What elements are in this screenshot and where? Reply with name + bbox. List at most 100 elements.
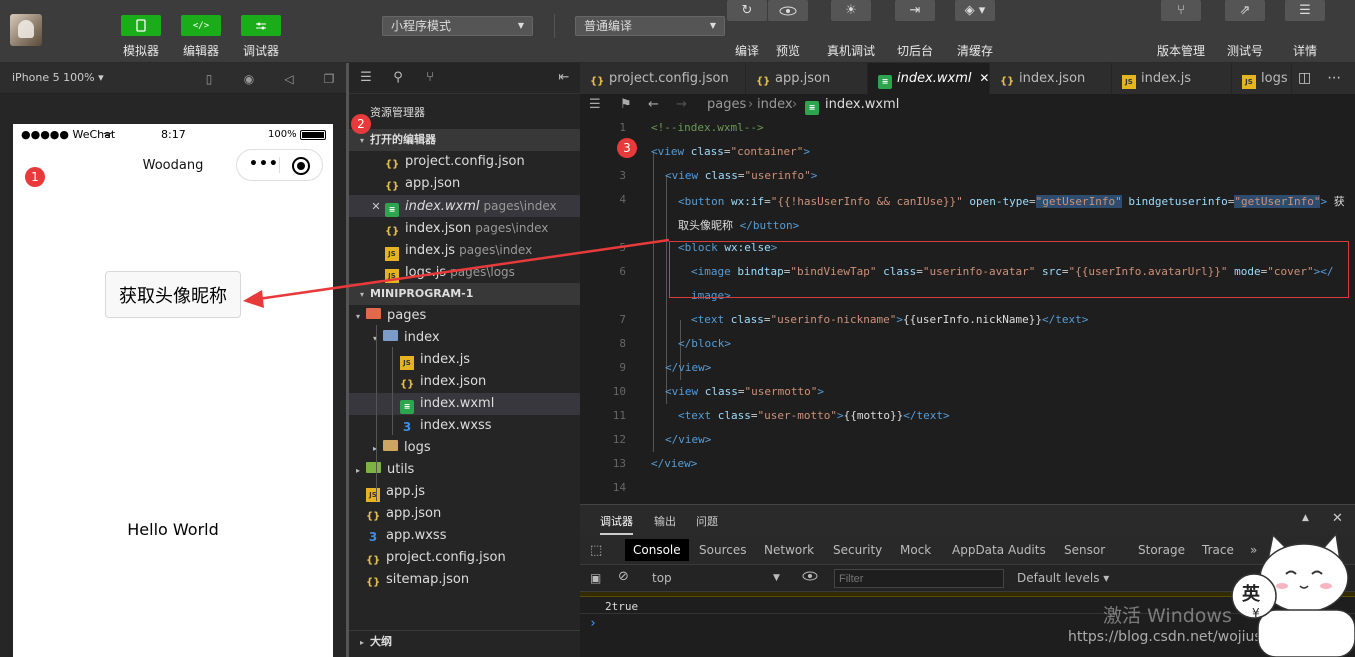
breadcrumb-item[interactable]: ≡ index.wxml xyxy=(805,94,899,116)
console-prompt[interactable]: › xyxy=(589,616,597,631)
tab-output[interactable]: 输出 xyxy=(654,513,676,529)
clear-cache-button[interactable]: ◈ ▾ xyxy=(955,0,995,21)
more-dots-icon[interactable]: ••• xyxy=(249,156,279,172)
clear-console-icon[interactable]: ⊘ xyxy=(618,569,629,584)
details-button[interactable]: ☰ xyxy=(1285,0,1325,21)
tab-logs[interactable]: JS logs xyxy=(1232,63,1292,94)
debugger-toggle-button[interactable] xyxy=(241,15,281,36)
popout-icon[interactable]: ❐ xyxy=(321,71,337,87)
git-branch-icon[interactable]: ⑂ xyxy=(422,70,438,86)
files-icon[interactable]: ☰ xyxy=(358,70,374,86)
open-editor-item[interactable]: {} app.json xyxy=(349,173,580,195)
collapse-panel-icon[interactable]: ⇤ xyxy=(556,70,572,86)
background-button[interactable]: ⇥ xyxy=(895,0,935,21)
tree-file[interactable]: 3 app.wxss xyxy=(349,525,580,547)
simulator-toggle-button[interactable] xyxy=(121,15,161,36)
chevron-down-icon[interactable]: ▾ xyxy=(353,306,363,328)
tree-file[interactable]: {} app.json xyxy=(349,503,580,525)
compile-button[interactable]: ↻ xyxy=(727,0,767,21)
folder-icon xyxy=(366,308,381,319)
editor-toggle-button[interactable]: </> xyxy=(181,15,221,36)
sidebar-toggle-icon[interactable]: ▣ xyxy=(590,571,601,585)
code-icon: </> xyxy=(192,20,210,31)
forward-arrow-icon[interactable]: → xyxy=(676,94,687,116)
tree-folder[interactable]: ▸ logs xyxy=(349,437,580,459)
mode-select[interactable]: 小程序模式 ▼ xyxy=(382,16,533,36)
devtools-tab-mock[interactable]: Mock xyxy=(900,543,931,557)
tree-folder[interactable]: ▾ pages xyxy=(349,305,580,327)
code-line-10: <view class="usermotto"> xyxy=(665,385,824,398)
levels-select[interactable]: Default levels ▾ xyxy=(1017,571,1109,585)
outline-header[interactable]: ▸ 大纲 xyxy=(349,630,580,652)
indent-guide xyxy=(376,325,377,501)
list-icon[interactable]: ☰ xyxy=(589,94,601,116)
annotation-marker: 1 xyxy=(25,167,45,187)
chevron-down-icon[interactable]: ▼ xyxy=(773,573,780,583)
mode-select-value: 小程序模式 xyxy=(391,19,452,33)
phone-icon[interactable]: ▯ xyxy=(201,71,217,87)
devtools-tab-appdata[interactable]: AppData xyxy=(952,543,1004,557)
preview-button[interactable] xyxy=(768,0,808,21)
tree-file[interactable]: {} sitemap.json xyxy=(349,569,580,591)
devtools-tab-sources[interactable]: Sources xyxy=(699,543,746,557)
get-userinfo-button[interactable]: 获取头像昵称 xyxy=(105,271,241,318)
context-select[interactable]: top xyxy=(652,571,672,585)
open-editor-item[interactable]: JS index.js pages\index xyxy=(349,239,580,261)
console-filter-input[interactable] xyxy=(834,569,1004,588)
tab-index-wxml[interactable]: ≡ index.wxml ✕ xyxy=(868,63,990,94)
chevron-up-icon[interactable]: ▲ xyxy=(1302,513,1309,523)
tree-file[interactable]: {} index.json xyxy=(349,371,580,393)
chevron-right-icon[interactable]: ▸ xyxy=(370,438,380,460)
tab-problems[interactable]: 问题 xyxy=(696,513,718,529)
tab-debugger[interactable]: 调试器 xyxy=(600,513,633,535)
tree-folder[interactable]: ▾ index xyxy=(349,327,580,349)
tab-index-json[interactable]: {} index.json xyxy=(990,63,1112,94)
close-icon[interactable]: ✕ xyxy=(976,71,989,85)
tree-file[interactable]: JS app.js xyxy=(349,481,580,503)
tree-folder[interactable]: ▸ utils xyxy=(349,459,580,481)
close-icon[interactable]: ✕ xyxy=(1332,511,1343,526)
tree-file[interactable]: ≡ index.wxml xyxy=(349,393,580,415)
more-icon[interactable]: ⋯ xyxy=(1327,70,1341,86)
version-button[interactable]: ⑂ xyxy=(1161,0,1201,21)
chevron-right-icon[interactable]: ▸ xyxy=(353,460,363,482)
code-area[interactable]: 1234567891011121314 <!--index.wxml--> <v… xyxy=(580,116,1355,504)
tab-index-js[interactable]: JS index.js xyxy=(1112,63,1232,94)
close-icon[interactable]: ✕ xyxy=(369,196,383,218)
compile-select[interactable]: 普通编译 ▼ xyxy=(575,16,725,36)
test-account-button[interactable]: ⇗ xyxy=(1225,0,1265,21)
device-select[interactable]: iPhone 5 100% ▾ xyxy=(12,71,104,84)
breadcrumb-item[interactable]: pages xyxy=(707,94,746,116)
back-arrow-icon[interactable]: ← xyxy=(648,94,659,116)
tab-app-json[interactable]: {} app.json xyxy=(746,63,868,94)
avatar[interactable] xyxy=(10,14,42,46)
devtools-tab-network[interactable]: Network xyxy=(764,543,814,557)
inspect-icon[interactable]: ⬚ xyxy=(590,543,602,558)
eye-icon[interactable] xyxy=(802,570,818,584)
volume-icon[interactable]: ◁ xyxy=(281,71,297,87)
open-editor-item[interactable]: JS logs.js pages\logs xyxy=(349,261,580,283)
open-editors-header[interactable]: ▾ 打开的编辑器 xyxy=(349,129,580,151)
tree-file[interactable]: {} project.config.json xyxy=(349,547,580,569)
split-editor-icon[interactable]: ◫ xyxy=(1298,70,1311,86)
tree-file[interactable]: 3 index.wxss xyxy=(349,415,580,437)
bookmark-icon[interactable]: ⚑ xyxy=(620,94,632,116)
open-editor-item[interactable]: {} project.config.json xyxy=(349,151,580,173)
remote-debug-button[interactable]: ☀ xyxy=(831,0,871,21)
devtools-tab-audits[interactable]: Audits xyxy=(1008,543,1046,557)
capsule-menu[interactable]: ••• xyxy=(236,149,323,181)
tab-project-config-json[interactable]: {} project.config.json xyxy=(580,63,746,94)
devtools-tab-sensor[interactable]: Sensor xyxy=(1064,543,1105,557)
breadcrumb-item[interactable]: index xyxy=(757,94,793,116)
tree-file[interactable]: JS index.js xyxy=(349,349,580,371)
devtools-tab-security[interactable]: Security xyxy=(833,543,882,557)
search-icon[interactable]: ⚲ xyxy=(390,70,406,86)
open-editor-item[interactable]: {} index.json pages\index xyxy=(349,217,580,239)
close-circle-icon[interactable] xyxy=(292,157,310,175)
record-icon[interactable]: ◉ xyxy=(241,71,257,87)
devtools-tab-storage[interactable]: Storage xyxy=(1138,543,1185,557)
chevron-down-icon[interactable]: ▾ xyxy=(370,328,380,350)
devtools-tab-console[interactable]: Console xyxy=(625,539,689,561)
open-editor-item[interactable]: ✕ ≡ index.wxml pages\index xyxy=(349,195,580,217)
project-header[interactable]: ▾ MINIPROGRAM-1 xyxy=(349,283,580,305)
